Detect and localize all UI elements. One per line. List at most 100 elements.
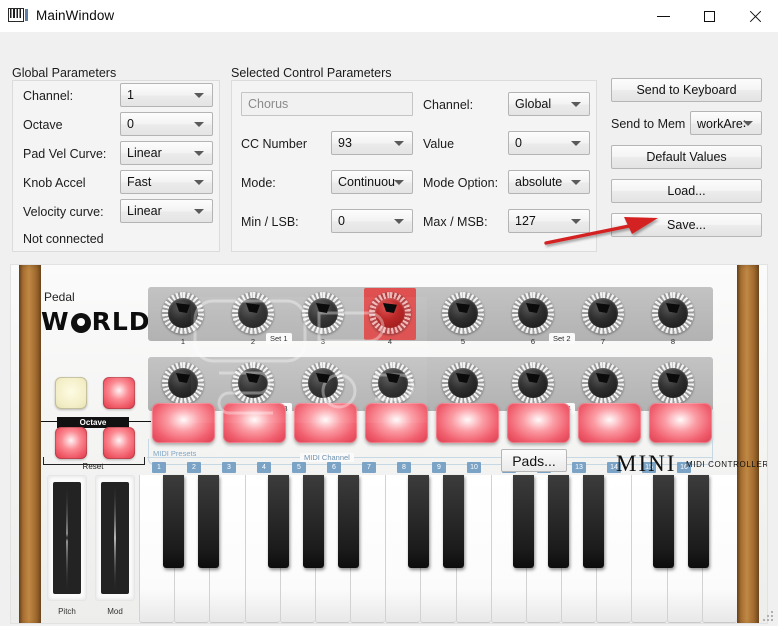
pad-1[interactable] bbox=[152, 403, 215, 443]
pad-3[interactable] bbox=[294, 403, 357, 443]
combo-control-channel[interactable]: Global bbox=[508, 92, 590, 116]
pad-2[interactable] bbox=[223, 403, 286, 443]
default-values-button[interactable]: Default Values bbox=[611, 145, 762, 169]
pad-8[interactable] bbox=[649, 403, 712, 443]
combo-mode-option[interactable]: absolute bbox=[508, 170, 590, 194]
mod-wheel[interactable] bbox=[95, 475, 135, 601]
combo-pad-vel-curve-value: Linear bbox=[127, 146, 162, 160]
combo-global-octave[interactable]: 0 bbox=[120, 112, 213, 136]
combo-value-value: 0 bbox=[515, 136, 522, 150]
black-key[interactable] bbox=[268, 475, 289, 568]
device-model-name: MINI bbox=[616, 451, 677, 476]
pad-7[interactable] bbox=[578, 403, 641, 443]
combo-global-channel-value: 1 bbox=[127, 88, 134, 102]
combo-min-lsb[interactable]: 0 bbox=[331, 209, 413, 233]
chevron-down-icon bbox=[571, 102, 581, 107]
knob-4[interactable] bbox=[369, 292, 411, 334]
device-button-octave[interactable] bbox=[103, 377, 135, 409]
knob-1[interactable] bbox=[162, 292, 204, 334]
pad-6[interactable] bbox=[507, 403, 570, 443]
combo-send-to-mem[interactable]: workAre∶ bbox=[690, 111, 762, 135]
control-name-field[interactable]: Chorus bbox=[241, 92, 413, 116]
selected-control-parameters-label: Selected Control Parameters bbox=[231, 66, 392, 80]
combo-min-lsb-value: 0 bbox=[338, 214, 345, 228]
black-key[interactable] bbox=[688, 475, 709, 568]
maximize-button[interactable] bbox=[686, 0, 732, 32]
knob-7[interactable] bbox=[582, 292, 624, 334]
channel-badge-9: 9 bbox=[432, 462, 446, 473]
knob-6-number: 6 bbox=[530, 337, 536, 346]
title-bar: MainWindow bbox=[0, 0, 778, 32]
midi-channel-label: MIDI Channel bbox=[300, 453, 354, 462]
black-key[interactable] bbox=[198, 475, 219, 568]
device-button-bank[interactable] bbox=[55, 377, 87, 409]
black-key[interactable] bbox=[408, 475, 429, 568]
knob-16[interactable] bbox=[652, 362, 694, 404]
combo-pad-vel-curve[interactable]: Linear bbox=[120, 141, 213, 165]
wood-panel-right bbox=[737, 265, 759, 623]
label-channel: Channel: bbox=[23, 89, 74, 103]
pad-5[interactable] bbox=[436, 403, 499, 443]
pitch-wheel[interactable] bbox=[47, 475, 87, 601]
load-label: Load... bbox=[667, 184, 706, 198]
channel-badge-1: 1 bbox=[152, 462, 166, 473]
knob-14[interactable] bbox=[512, 362, 554, 404]
knob-7-number: 7 bbox=[600, 337, 606, 346]
black-key[interactable] bbox=[163, 475, 184, 568]
knob-9[interactable] bbox=[162, 362, 204, 404]
device-button-octave-up[interactable] bbox=[103, 427, 135, 459]
close-button[interactable] bbox=[732, 0, 778, 32]
black-key[interactable] bbox=[548, 475, 569, 568]
pads-button[interactable]: Pads... bbox=[501, 449, 567, 472]
label-pad-vel-curve: Pad Vel Curve: bbox=[23, 147, 107, 161]
knob-12[interactable] bbox=[372, 362, 414, 404]
knob-8[interactable] bbox=[652, 292, 694, 334]
black-key[interactable] bbox=[583, 475, 604, 568]
label-mode-option: Mode Option: bbox=[423, 176, 499, 190]
send-to-keyboard-button[interactable]: Send to Keyboard bbox=[611, 78, 762, 102]
pedal-label: Pedal bbox=[44, 290, 75, 304]
reset-label: Reset bbox=[82, 462, 104, 471]
black-key[interactable] bbox=[653, 475, 674, 568]
knob-3-number: 3 bbox=[320, 337, 326, 346]
knob-2[interactable] bbox=[232, 292, 274, 334]
knob-11[interactable] bbox=[302, 362, 344, 404]
combo-velocity-curve[interactable]: Linear bbox=[120, 199, 213, 223]
combo-knob-accel[interactable]: Fast bbox=[120, 170, 213, 194]
black-key[interactable] bbox=[338, 475, 359, 568]
send-to-mem-label: Send to Mem bbox=[611, 117, 686, 131]
knob-3[interactable] bbox=[302, 292, 344, 334]
resize-grip[interactable] bbox=[763, 611, 775, 623]
device-model-subtitle: MIDI CONTROLLER bbox=[686, 460, 768, 469]
minimize-button[interactable] bbox=[640, 0, 686, 32]
chevron-down-icon bbox=[394, 219, 404, 224]
combo-mode[interactable]: Continuou bbox=[331, 170, 413, 194]
piano-white-keys[interactable] bbox=[139, 475, 737, 623]
black-key[interactable] bbox=[443, 475, 464, 568]
black-key[interactable] bbox=[513, 475, 534, 568]
close-icon bbox=[749, 10, 762, 23]
knob-set-1-label: Set 1 bbox=[266, 333, 292, 344]
knob-4-number: 4 bbox=[387, 337, 393, 346]
channel-badge-7: 7 bbox=[362, 462, 376, 473]
device-button-octave-down[interactable] bbox=[55, 427, 87, 459]
knob-13[interactable] bbox=[442, 362, 484, 404]
channel-badge-8: 8 bbox=[397, 462, 411, 473]
combo-max-msb[interactable]: 127 bbox=[508, 209, 590, 233]
load-button[interactable]: Load... bbox=[611, 179, 762, 203]
black-key[interactable] bbox=[303, 475, 324, 568]
label-control-channel: Channel: bbox=[423, 98, 474, 112]
pad-4[interactable] bbox=[365, 403, 428, 443]
save-button[interactable]: Save... bbox=[611, 213, 762, 237]
knob-15[interactable] bbox=[582, 362, 624, 404]
combo-global-channel[interactable]: 1 bbox=[120, 83, 213, 107]
combo-cc-number[interactable]: 93 bbox=[331, 131, 413, 155]
label-min-lsb: Min / LSB: bbox=[241, 215, 299, 229]
main-window: MainWindow Global Parameters Channel: 1 … bbox=[0, 0, 778, 626]
combo-value[interactable]: 0 bbox=[508, 131, 590, 155]
knob-5[interactable] bbox=[442, 292, 484, 334]
knob-10[interactable] bbox=[232, 362, 274, 404]
channel-badge-2: 2 bbox=[187, 462, 201, 473]
channel-badge-4: 4 bbox=[257, 462, 271, 473]
knob-6[interactable] bbox=[512, 292, 554, 334]
